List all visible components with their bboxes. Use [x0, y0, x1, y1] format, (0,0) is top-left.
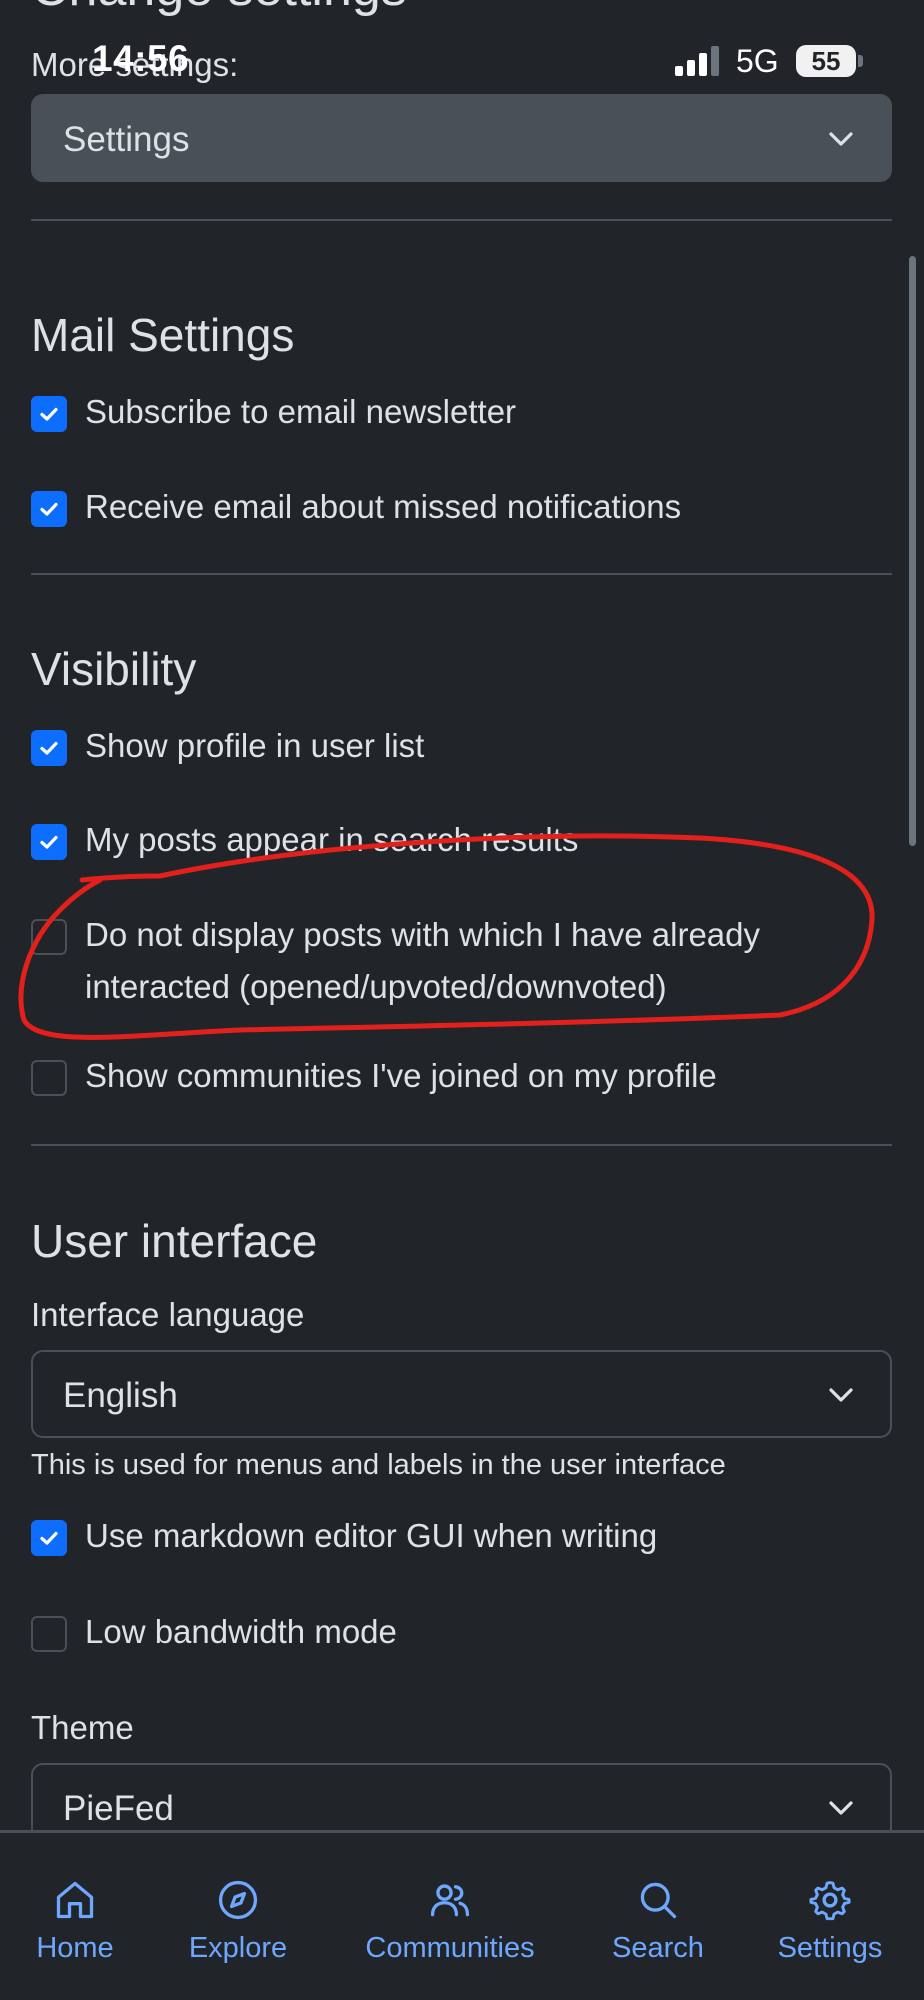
visibility-title: Visibility [31, 643, 197, 695]
low-bandwidth-label: Low bandwidth mode [85, 1613, 397, 1650]
bottom-nav: Home Explore Communities Search Settings [0, 1830, 924, 2000]
search-results-checkbox[interactable] [31, 824, 67, 860]
compass-icon [218, 1880, 258, 1920]
battery-icon: 55 [796, 45, 856, 77]
nav-search-label: Search [612, 1932, 704, 1964]
chevron-down-icon [829, 1801, 853, 1815]
checkmark-icon [40, 1531, 58, 1545]
markdown-editor-checkbox[interactable] [31, 1520, 67, 1556]
checkbox-row-profile-in-list[interactable]: Show profile in user list [31, 727, 871, 772]
nav-explore-label: Explore [188, 1932, 288, 1964]
newsletter-label: Subscribe to email newsletter [85, 393, 517, 430]
markdown-editor-label: Use markdown editor GUI when writing [85, 1517, 658, 1554]
missed-notifications-label: Receive email about missed notifications [85, 488, 682, 525]
home-icon [56, 1881, 94, 1919]
show-communities-label: Show communities I've joined on my profi… [85, 1057, 717, 1094]
missed-notifications-checkbox[interactable] [31, 491, 67, 527]
interface-language-label: Interface language [31, 1296, 305, 1333]
search-icon [640, 1882, 677, 1919]
user-interface-title: User interface [31, 1215, 318, 1267]
battery-tip [858, 55, 863, 67]
gear-icon [809, 1881, 851, 1921]
interface-language-value: English [63, 1376, 178, 1415]
search-results-label: My posts appear in search results [85, 821, 579, 858]
checkmark-icon [40, 741, 58, 755]
newsletter-checkbox[interactable] [31, 396, 67, 432]
profile-in-list-label: Show profile in user list [85, 727, 425, 764]
checkmark-icon [40, 407, 58, 421]
mail-settings-title: Mail Settings [31, 309, 295, 361]
network-label: 5G [736, 43, 779, 79]
nav-communities[interactable]: Communities [350, 1833, 550, 2000]
show-communities-checkbox[interactable] [31, 1060, 67, 1096]
checkbox-row-markdown-editor[interactable]: Use markdown editor GUI when writing [31, 1517, 871, 1562]
nav-home-label: Home [36, 1932, 114, 1964]
interface-language-help: This is used for menus and labels in the… [31, 1449, 726, 1481]
checkbox-row-search-results[interactable]: My posts appear in search results [31, 821, 871, 866]
more-settings-select-value: Settings [63, 120, 190, 159]
divider [31, 1144, 892, 1146]
hide-interacted-checkbox[interactable] [31, 919, 67, 955]
checkbox-row-show-communities[interactable]: Show communities I've joined on my profi… [31, 1057, 871, 1102]
divider [31, 219, 892, 221]
status-bar: 14:56 5G 55 [0, 0, 924, 80]
checkbox-row-newsletter[interactable]: Subscribe to email newsletter [31, 393, 871, 438]
status-time: 14:56 [92, 38, 190, 79]
profile-in-list-checkbox[interactable] [31, 730, 67, 766]
nav-explore[interactable]: Explore [168, 1833, 308, 2000]
checkbox-row-missed-notifications[interactable]: Receive email about missed notifications [31, 488, 871, 533]
scrollbar-thumb[interactable] [909, 256, 916, 846]
interface-language-select[interactable]: English [31, 1350, 892, 1438]
checkbox-row-low-bandwidth[interactable]: Low bandwidth mode [31, 1613, 871, 1658]
checkmark-icon [40, 835, 58, 849]
signal-icon [675, 46, 721, 76]
nav-home[interactable]: Home [15, 1833, 135, 2000]
checkbox-row-hide-interacted[interactable]: Do not display posts with which I have a… [31, 916, 871, 1013]
nav-communities-label: Communities [365, 1932, 535, 1964]
more-settings-select[interactable]: Settings [31, 94, 892, 182]
nav-settings[interactable]: Settings [765, 1833, 895, 2000]
checkmark-icon [40, 502, 58, 516]
chevron-down-icon [829, 1388, 853, 1402]
divider [31, 573, 892, 575]
low-bandwidth-checkbox[interactable] [31, 1616, 67, 1652]
theme-label: Theme [31, 1709, 134, 1746]
settings-page: Change settings More settings: 14:56 5G … [0, 0, 924, 2000]
nav-settings-label: Settings [777, 1932, 883, 1964]
nav-search[interactable]: Search [598, 1833, 718, 2000]
chevron-down-icon [829, 132, 853, 146]
theme-value: PieFed [63, 1789, 174, 1828]
users-icon [430, 1884, 470, 1917]
hide-interacted-label: Do not display posts with which I have a… [85, 916, 761, 1005]
